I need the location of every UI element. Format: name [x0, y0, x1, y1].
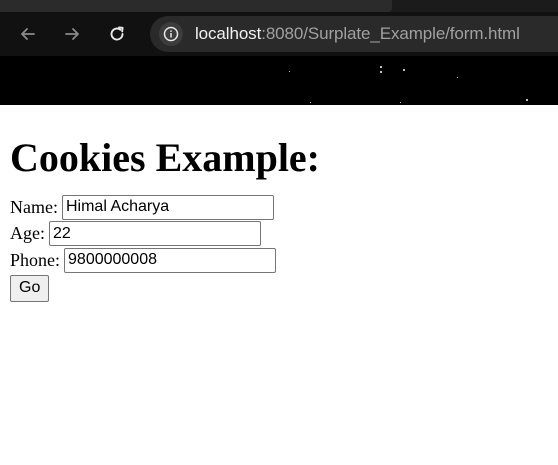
reload-icon	[110, 26, 124, 41]
cookie-form: Name: Age: Phone: Go	[10, 194, 558, 302]
navigation-row: localhost:8080/Surplate_Example/form.htm…	[0, 12, 558, 56]
address-bar[interactable]: localhost:8080/Surplate_Example/form.htm…	[150, 16, 558, 52]
tab-strip	[0, 0, 558, 12]
age-row: Age:	[10, 221, 558, 248]
name-label: Name:	[10, 196, 58, 217]
arrow-right-icon	[65, 28, 79, 40]
site-info-button[interactable]	[159, 22, 183, 46]
background-dot	[380, 66, 382, 68]
background-dot	[289, 71, 290, 72]
url-path: :8080/Surplate_Example/form.html	[261, 24, 520, 43]
arrow-left-icon	[21, 28, 35, 40]
name-input[interactable]	[61, 194, 274, 220]
page-title: Cookies Example:	[10, 135, 320, 180]
browser-toolbar: localhost:8080/Surplate_Example/form.htm…	[0, 0, 558, 105]
active-tab-edge[interactable]	[0, 0, 392, 12]
age-input[interactable]	[49, 221, 261, 247]
url-text[interactable]: localhost:8080/Surplate_Example/form.htm…	[195, 24, 520, 44]
reload-button[interactable]	[103, 20, 131, 48]
background-dot	[400, 102, 401, 103]
name-row: Name:	[10, 194, 558, 221]
background-dot	[403, 69, 405, 71]
background-dot	[310, 102, 311, 103]
back-button[interactable]	[14, 20, 42, 48]
phone-row: Phone:	[10, 247, 558, 274]
phone-input[interactable]	[64, 247, 277, 273]
url-host: localhost	[195, 24, 262, 43]
phone-label: Phone:	[10, 249, 61, 270]
submit-row: Go	[10, 274, 558, 302]
background-dot	[526, 99, 528, 101]
page-content: Cookies Example: Name: Age: Phone: Go	[0, 136, 558, 302]
forward-button[interactable]	[58, 20, 86, 48]
background-dot	[457, 77, 458, 78]
background-dot	[380, 71, 382, 73]
info-icon	[163, 26, 179, 42]
age-label: Age:	[10, 223, 45, 244]
go-button[interactable]: Go	[10, 274, 50, 302]
